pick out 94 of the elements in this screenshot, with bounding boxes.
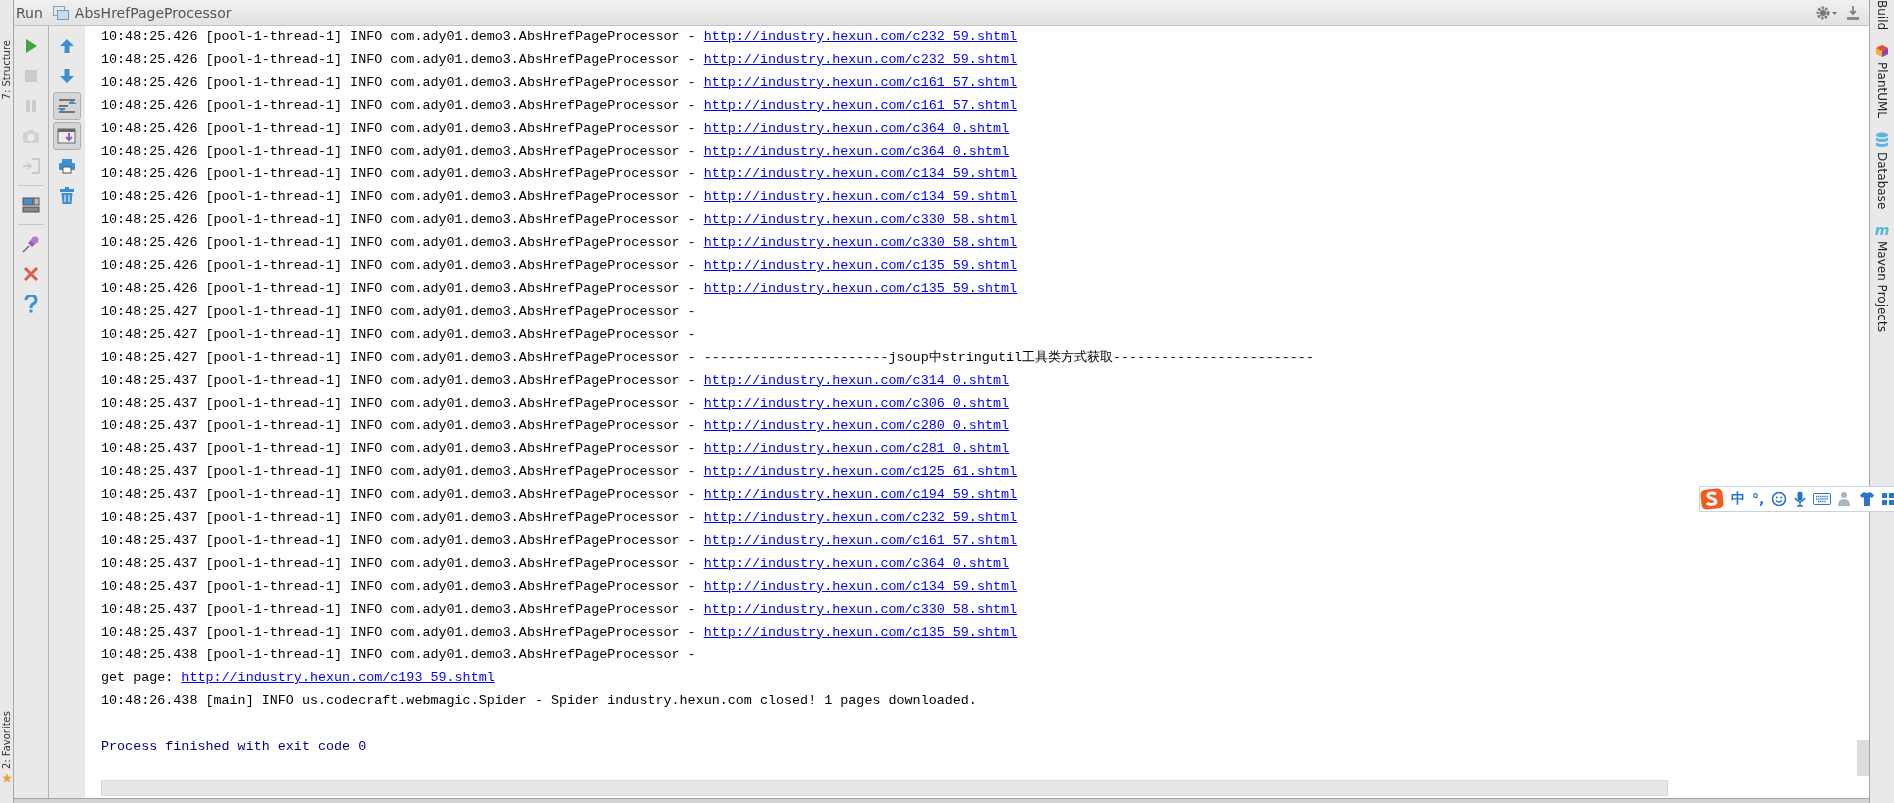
window-icon [52, 5, 69, 20]
settings-icon[interactable] [1815, 4, 1839, 21]
log-line: 10:48:25.426 [pool-1-thread-1] INFO com.ady01.demo3.AbsHrefPageProcessor - http://industry.hexun.com/c232_59.shtml [101, 28, 1018, 46]
log-link[interactable]: http://industry.hexun.com/c161_57.shtml [703, 74, 1018, 90]
shirt-icon[interactable] [1859, 491, 1876, 507]
log-line: 10:48:25.426 [pool-1-thread-1] INFO com.ady01.demo3.AbsHrefPageProcessor - http://industry.hexun.com/c161_57.shtml [101, 96, 1018, 115]
run-icon[interactable] [23, 38, 39, 54]
log-link[interactable]: http://industry.hexun.com/c232_59.shtml [703, 29, 1018, 44]
log-link[interactable]: http://industry.hexun.com/c161_57.shtml [703, 97, 1018, 113]
log-line: 10:48:25.437 [pool-1-thread-1] INFO com.ady01.demo3.AbsHrefPageProcessor - http://industry.hexun.com/c232_59.shtml [101, 509, 1018, 528]
tool-window-title: Run [16, 4, 43, 21]
hide-icon[interactable] [1845, 4, 1861, 21]
log-link[interactable]: http://industry.hexun.com/c280_0.shtml [703, 418, 1010, 434]
log-link[interactable]: http://industry.hexun.com/c194_59.shtml [703, 487, 1018, 503]
up-arrow-icon[interactable] [59, 38, 75, 54]
pin-icon[interactable] [22, 235, 40, 253]
log-line: 10:48:25.427 [pool-1-thread-1] INFO com.ady01.demo3.AbsHrefPageProcessor - -----------------------jsoup中stringutil工具类方式获取------------------------- [101, 348, 1314, 367]
log-line: 10:48:25.437 [pool-1-thread-1] INFO com.ady01.demo3.AbsHrefPageProcessor - http://industry.hexun.com/c314_0.shtml [101, 371, 1010, 390]
log-line: 10:48:25.426 [pool-1-thread-1] INFO com.ady01.demo3.AbsHrefPageProcessor - http://industry.hexun.com/c134_59.shtml [101, 188, 1018, 207]
toggle-button[interactable] [53, 122, 81, 150]
side-tab[interactable]: Database [1875, 152, 1889, 210]
horizontal-scrollbar[interactable] [101, 780, 1668, 796]
log-line: 10:48:25.426 [pool-1-thread-1] INFO com.ady01.demo3.AbsHrefPageProcessor - http://industry.hexun.com/c364_0.shtml [101, 142, 1010, 161]
log-link[interactable]: http://industry.hexun.com/c135_59.shtml [703, 258, 1018, 274]
side-tab[interactable]: 7: Structure [1, 40, 12, 100]
log-line: 10:48:25.437 [pool-1-thread-1] INFO com.ady01.demo3.AbsHrefPageProcessor - http://industry.hexun.com/c280_0.shtml [101, 417, 1010, 436]
log-link[interactable]: http://industry.hexun.com/c134_59.shtml [703, 166, 1018, 182]
log-link[interactable]: http://industry.hexun.com/c330_58.shtml [703, 601, 1018, 617]
log-line: 10:48:25.437 [pool-1-thread-1] INFO com.ady01.demo3.AbsHrefPageProcessor - http://industry.hexun.com/c125_61.shtml [101, 463, 1018, 482]
close-icon[interactable] [23, 266, 39, 282]
log-link[interactable]: http://industry.hexun.com/c134_59.shtml [703, 578, 1018, 594]
layout-icon[interactable] [22, 197, 40, 213]
log-link[interactable]: http://industry.hexun.com/c364_0.shtml [703, 143, 1010, 159]
log-line: 10:48:26.438 [main] INFO us.codecraft.webmagic.Spider - Spider industry.hexun.com closed! 1 pages downloaded. [101, 692, 977, 711]
log-line: 10:48:25.437 [pool-1-thread-1] INFO com.ady01.demo3.AbsHrefPageProcessor - http://industry.hexun.com/c134_59.shtml [101, 577, 1018, 596]
log-link[interactable]: http://industry.hexun.com/c232_59.shtml [703, 510, 1018, 526]
log-line: 10:48:25.437 [pool-1-thread-1] INFO com.ady01.demo3.AbsHrefPageProcessor - http://industry.hexun.com/c364_0.shtml [101, 554, 1010, 573]
log-line: 10:48:25.426 [pool-1-thread-1] INFO com.ady01.demo3.AbsHrefPageProcessor - http://industry.hexun.com/c161_57.shtml [101, 73, 1018, 92]
soft-wrap-icon[interactable] [57, 97, 77, 115]
log-link[interactable]: http://industry.hexun.com/c135_59.shtml [703, 624, 1018, 640]
log-link[interactable]: http://industry.hexun.com/c330_58.shtml [703, 212, 1018, 228]
log-line: 10:48:25.426 [pool-1-thread-1] INFO com.ady01.demo3.AbsHrefPageProcessor - http://industry.hexun.com/c134_59.shtml [101, 165, 1018, 184]
log-line: 10:48:25.437 [pool-1-thread-1] INFO com.ady01.demo3.AbsHrefPageProcessor - http://industry.hexun.com/c135_59.shtml [101, 623, 1018, 642]
log-link[interactable]: http://industry.hexun.com/c134_59.shtml [703, 189, 1018, 205]
toggle-button[interactable] [53, 92, 81, 120]
log-link[interactable]: http://industry.hexun.com/c364_0.shtml [703, 120, 1010, 136]
log-link[interactable]: http://industry.hexun.com/c314_0.shtml [703, 372, 1010, 388]
log-line: 10:48:25.426 [pool-1-thread-1] INFO com.ady01.demo3.AbsHrefPageProcessor - http://industry.hexun.com/c135_59.shtml [101, 279, 1018, 298]
run-tab[interactable]: AbsHrefPageProcessor [74, 4, 232, 21]
log-link[interactable]: http://industry.hexun.com/c281_0.shtml [703, 441, 1010, 457]
scroll-to-end-icon[interactable] [57, 127, 77, 145]
maven-glyph: m [1874, 223, 1890, 238]
down-arrow-icon[interactable] [59, 68, 75, 84]
log-link[interactable]: http://industry.hexun.com/c364_0.shtml [703, 555, 1010, 571]
user-icon[interactable] [1838, 491, 1853, 507]
side-tab[interactable]: Maven Projects [1875, 241, 1889, 333]
side-tab[interactable]: PlantUML [1875, 62, 1889, 119]
printer-icon[interactable] [58, 158, 76, 174]
log-link[interactable]: http://industry.hexun.com/c193_59.shtml [181, 670, 495, 686]
log-line: 10:48:25.437 [pool-1-thread-1] INFO com.ady01.demo3.AbsHrefPageProcessor - http://industry.hexun.com/c281_0.shtml [101, 440, 1010, 459]
side-tab[interactable]: Build [1875, 0, 1889, 31]
trash-icon[interactable] [59, 187, 75, 205]
log-line: get page: http://industry.hexun.com/c193_59.shtml [101, 669, 495, 688]
grid-icon[interactable] [1882, 492, 1894, 506]
log-line: 10:48:25.437 [pool-1-thread-1] INFO com.ady01.demo3.AbsHrefPageProcessor - http://industry.hexun.com/c330_58.shtml [101, 600, 1018, 619]
log-line: 10:48:25.427 [pool-1-thread-1] INFO com.ady01.demo3.AbsHrefPageProcessor - [101, 302, 696, 321]
log-link[interactable]: http://industry.hexun.com/c135_59.shtml [703, 280, 1018, 296]
log-link[interactable]: http://industry.hexun.com/c330_58.shtml [703, 235, 1018, 251]
log-link[interactable]: http://industry.hexun.com/c125_61.shtml [703, 464, 1018, 480]
log-line: 10:48:25.437 [pool-1-thread-1] INFO com.ady01.demo3.AbsHrefPageProcessor - http://industry.hexun.com/c161_57.shtml [101, 531, 1018, 550]
log-line: 10:48:25.426 [pool-1-thread-1] INFO com.ady01.demo3.AbsHrefPageProcessor - http://industry.hexun.com/c135_59.shtml [101, 257, 1018, 276]
ime-punctuation[interactable]: °, [1752, 491, 1765, 507]
log-link[interactable]: http://industry.hexun.com/c306_0.shtml [703, 395, 1010, 411]
log-link[interactable]: http://industry.hexun.com/c161_57.shtml [703, 532, 1018, 548]
log-line: 10:48:25.437 [pool-1-thread-1] INFO com.ady01.demo3.AbsHrefPageProcessor - http://industry.hexun.com/c306_0.shtml [101, 394, 1010, 413]
log-line: 10:48:25.437 [pool-1-thread-1] INFO com.ady01.demo3.AbsHrefPageProcessor - http://industry.hexun.com/c194_59.shtml [101, 486, 1018, 505]
ime-mode[interactable]: 中 [1731, 490, 1745, 508]
log-line: 10:48:25.438 [pool-1-thread-1] INFO com.ady01.demo3.AbsHrefPageProcessor - [101, 646, 696, 665]
log-line: 10:48:25.426 [pool-1-thread-1] INFO com.ady01.demo3.AbsHrefPageProcessor - http://industry.hexun.com/c330_58.shtml [101, 234, 1018, 253]
scrollbar-thumb[interactable] [1857, 740, 1869, 776]
database-icon [1875, 132, 1889, 149]
log-line: 10:48:25.427 [pool-1-thread-1] INFO com.ady01.demo3.AbsHrefPageProcessor - [101, 325, 696, 344]
star-icon [1, 773, 12, 783]
smiley-icon[interactable] [1771, 491, 1788, 507]
log-line: 10:48:25.426 [pool-1-thread-1] INFO com.ady01.demo3.AbsHrefPageProcessor - http://industry.hexun.com/c330_58.shtml [101, 211, 1018, 230]
microphone-icon[interactable] [1794, 491, 1807, 507]
exit-message: Process finished with exit code 0 [101, 738, 367, 757]
help-icon[interactable] [24, 295, 38, 313]
side-tab[interactable]: 2: Favorites [1, 710, 12, 769]
log-link[interactable]: http://industry.hexun.com/c232_59.shtml [703, 51, 1018, 67]
log-line: 10:48:25.426 [pool-1-thread-1] INFO com.ady01.demo3.AbsHrefPageProcessor - http://industry.hexun.com/c364_0.shtml [101, 119, 1010, 138]
keyboard-icon[interactable] [1813, 493, 1832, 505]
log-line: 10:48:25.426 [pool-1-thread-1] INFO com.ady01.demo3.AbsHrefPageProcessor - http://industry.hexun.com/c232_59.shtml [101, 50, 1018, 69]
cube-icon [1875, 44, 1889, 59]
